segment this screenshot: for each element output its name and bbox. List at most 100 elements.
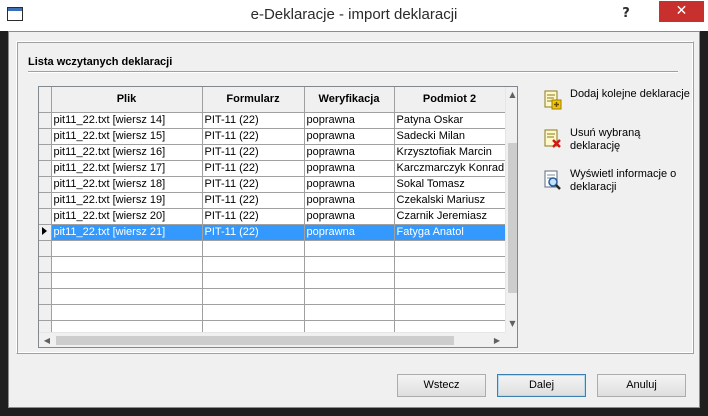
remove-declaration-action[interactable]: Usuń wybraną deklarację xyxy=(542,127,692,157)
empty-cell xyxy=(304,304,395,321)
table-row[interactable]: pit11_22.txt [wiersz 15] PIT-11 (22) popra… xyxy=(39,128,506,145)
row-indicator[interactable] xyxy=(39,144,52,161)
table-header-row: Plik Formularz Weryfikacja Podmiot 2 xyxy=(39,87,506,113)
remove-declaration-label: Usuń wybraną deklarację xyxy=(570,127,641,152)
table-cell[interactable]: PIT-11 (22) xyxy=(202,192,305,209)
table-cell[interactable]: Sokal Tomasz xyxy=(394,176,506,193)
add-declarations-label: Dodaj kolejne deklaracje xyxy=(570,88,690,100)
group-divider xyxy=(28,71,678,73)
group-title: Lista wczytanych deklaracji xyxy=(28,56,173,68)
table-cell[interactable]: poprawna xyxy=(304,224,395,241)
table-cell[interactable]: pit11_22.txt [wiersz 21] xyxy=(51,224,203,241)
close-button[interactable]: ✕ xyxy=(659,1,704,22)
next-button[interactable]: Dalej xyxy=(497,374,586,397)
empty-row xyxy=(39,272,506,289)
table-cell[interactable]: pit11_22.txt [wiersz 18] xyxy=(51,176,203,193)
table-cell[interactable]: poprawna xyxy=(304,112,395,129)
table-cell[interactable]: PIT-11 (22) xyxy=(202,208,305,225)
column-header-weryfikacja[interactable]: Weryfikacja xyxy=(304,87,395,113)
table-cell[interactable]: pit11_22.txt [wiersz 16] xyxy=(51,144,203,161)
table-cell[interactable]: poprawna xyxy=(304,192,395,209)
table-cell[interactable]: Fatyga Anatol xyxy=(394,224,506,241)
scrollbar-corner xyxy=(505,332,517,347)
scroll-down-icon[interactable]: ▼ xyxy=(506,316,517,332)
row-indicator[interactable] xyxy=(39,160,52,177)
table-cell[interactable]: pit11_22.txt [wiersz 20] xyxy=(51,208,203,225)
cancel-button[interactable]: Anuluj xyxy=(597,374,686,397)
table-cell[interactable]: pit11_22.txt [wiersz 17] xyxy=(51,160,203,177)
column-header-formularz[interactable]: Formularz xyxy=(202,87,305,113)
table-cell[interactable]: PIT-11 (22) xyxy=(202,112,305,129)
table-cell[interactable]: PIT-11 (22) xyxy=(202,160,305,177)
table-cell[interactable]: Czekalski Mariusz xyxy=(394,192,506,209)
empty-cell xyxy=(202,240,305,257)
table-cell[interactable]: pit11_22.txt [wiersz 19] xyxy=(51,192,203,209)
column-header-podmiot2[interactable]: Podmiot 2 xyxy=(394,87,506,113)
horizontal-scroll-thumb[interactable] xyxy=(56,336,454,345)
table-cell[interactable]: poprawna xyxy=(304,144,395,161)
row-indicator[interactable] xyxy=(39,208,52,225)
horizontal-scrollbar[interactable]: ◀ ▶ xyxy=(39,332,505,347)
table-row[interactable]: pit11_22.txt [wiersz 18] PIT-11 (22) popra… xyxy=(39,176,506,193)
empty-cell xyxy=(394,304,506,321)
vertical-scroll-thumb[interactable] xyxy=(508,143,517,293)
current-row-arrow-icon xyxy=(42,227,47,235)
table-row[interactable]: pit11_22.txt [wiersz 17] PIT-11 (22) popra… xyxy=(39,160,506,177)
table-row[interactable]: pit11_22.txt [wiersz 16] PIT-11 (22) popra… xyxy=(39,144,506,161)
vertical-scrollbar[interactable]: ▲ ▼ xyxy=(505,87,517,332)
empty-cell xyxy=(51,288,203,305)
table-cell[interactable]: pit11_22.txt [wiersz 15] xyxy=(51,128,203,145)
table-cell[interactable]: PIT-11 (22) xyxy=(202,176,305,193)
declarations-table: Plik Formularz Weryfikacja Podmiot 2 pit… xyxy=(39,87,506,337)
empty-cell xyxy=(394,288,506,305)
table-cell[interactable]: Sadecki Milan xyxy=(394,128,506,145)
empty-cell xyxy=(202,272,305,289)
table-cell[interactable]: Krzysztofiak Marcin xyxy=(394,144,506,161)
empty-cell xyxy=(39,256,52,273)
empty-cell xyxy=(202,256,305,273)
document-add-icon xyxy=(544,90,562,110)
row-indicator-header xyxy=(39,87,52,113)
dialog-body: Lista wczytanych deklaracji Plik Formula… xyxy=(8,31,700,408)
empty-cell xyxy=(39,304,52,321)
add-declarations-action[interactable]: Dodaj kolejne deklaracje xyxy=(542,88,692,118)
table-row[interactable]: pit11_22.txt [wiersz 21] PIT-11 (22) popra… xyxy=(39,224,506,241)
table-row[interactable]: pit11_22.txt [wiersz 19] PIT-11 (22) popra… xyxy=(39,192,506,209)
document-delete-icon xyxy=(544,129,561,148)
empty-row xyxy=(39,256,506,273)
table-row[interactable]: pit11_22.txt [wiersz 20] PIT-11 (22) popra… xyxy=(39,208,506,225)
table-cell[interactable]: PIT-11 (22) xyxy=(202,224,305,241)
empty-row xyxy=(39,240,506,257)
declarations-grid[interactable]: Plik Formularz Weryfikacja Podmiot 2 pit… xyxy=(38,86,518,348)
empty-row xyxy=(39,288,506,305)
table-cell[interactable]: PIT-11 (22) xyxy=(202,144,305,161)
scroll-up-icon[interactable]: ▲ xyxy=(506,87,517,103)
show-info-action[interactable]: Wyświetl informacje o deklaracji xyxy=(542,168,692,198)
back-button[interactable]: Wstecz xyxy=(397,374,486,397)
table-cell[interactable]: pit11_22.txt [wiersz 14] xyxy=(51,112,203,129)
table-cell[interactable]: poprawna xyxy=(304,176,395,193)
title-bar: e-Deklaracje - import deklaracji ? ✕ xyxy=(0,0,708,31)
table-row[interactable]: pit11_22.txt [wiersz 14] PIT-11 (22) popra… xyxy=(39,112,506,129)
table-cell[interactable]: poprawna xyxy=(304,160,395,177)
dialog-window: e-Deklaracje - import deklaracji ? ✕ Lis… xyxy=(0,0,708,416)
row-indicator[interactable] xyxy=(39,112,52,129)
row-indicator[interactable] xyxy=(39,128,52,145)
table-cell[interactable]: Czarnik Jeremiasz xyxy=(394,208,506,225)
window-title: e-Deklaracje - import deklaracji xyxy=(250,6,458,23)
table-cell[interactable]: PIT-11 (22) xyxy=(202,128,305,145)
table-cell[interactable]: poprawna xyxy=(304,208,395,225)
table-cell[interactable]: Karczmarczyk Konrad xyxy=(394,160,506,177)
table-cell[interactable]: Patyna Oskar xyxy=(394,112,506,129)
help-button[interactable]: ? xyxy=(615,4,637,24)
row-indicator[interactable] xyxy=(39,176,52,193)
row-indicator[interactable] xyxy=(39,192,52,209)
scroll-right-icon[interactable]: ▶ xyxy=(489,333,505,347)
column-header-plik[interactable]: Plik xyxy=(51,87,203,113)
empty-cell xyxy=(51,256,203,273)
row-indicator[interactable] xyxy=(39,224,52,241)
scroll-left-icon[interactable]: ◀ xyxy=(39,333,55,347)
table-cell[interactable]: poprawna xyxy=(304,128,395,145)
empty-cell xyxy=(51,272,203,289)
empty-cell xyxy=(39,272,52,289)
